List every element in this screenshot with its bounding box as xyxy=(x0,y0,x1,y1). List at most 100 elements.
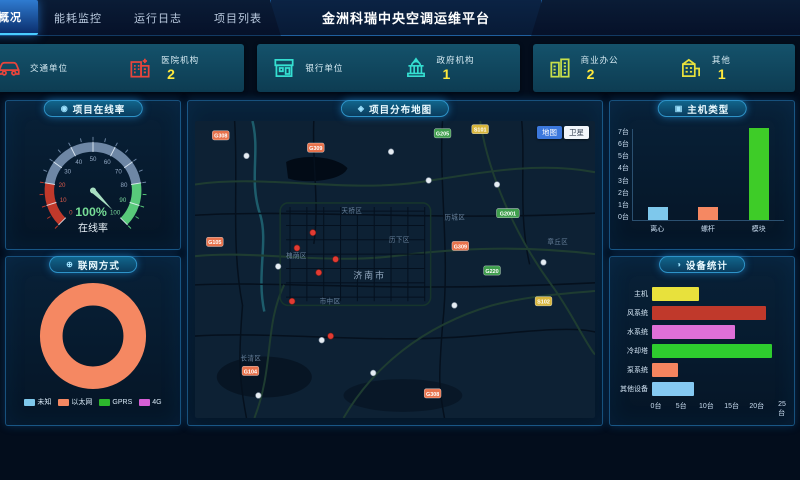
bar-track xyxy=(652,363,782,377)
nav-tab-2[interactable]: 能耗监控 xyxy=(38,0,118,35)
svg-text:20: 20 xyxy=(59,182,66,189)
panel-device-stats: ◑ 设备统计 主机风系统水系统冷却塔泵系统其他设备 0台5台10台15台20台2… xyxy=(609,256,795,426)
legend-label: GPRS xyxy=(112,399,132,406)
stat-card-1: 交通单位医院机构2 xyxy=(0,44,244,92)
stat-item: 其他1 xyxy=(664,54,795,82)
main-grid: ◉ 项目在线率 0102030405060708090100 100% 在线率 … xyxy=(5,100,795,426)
x-tick: 20台 xyxy=(749,401,764,411)
svg-text:G105: G105 xyxy=(208,240,221,246)
panel-network-title: 联网方式 xyxy=(78,258,120,272)
river-lines xyxy=(252,121,264,311)
donut-ring xyxy=(51,294,134,377)
app-title-box: 金洲科瑞中央空调运维平台 xyxy=(270,0,542,36)
road-shield: G308 xyxy=(212,131,229,140)
device-row: 主机 xyxy=(616,287,782,301)
nav-tab-1[interactable]: 概况 xyxy=(0,0,38,35)
x-tick: 螺杆 xyxy=(701,224,715,234)
map-type-control: 地图卫星 xyxy=(537,126,589,139)
terrain-patch xyxy=(217,357,312,398)
legend-swatch xyxy=(99,399,110,406)
stat-label: 银行单位 xyxy=(305,62,343,74)
svg-text:G308: G308 xyxy=(426,392,439,398)
svg-text:70: 70 xyxy=(115,169,122,176)
legend-item[interactable]: 4G xyxy=(139,399,161,406)
map-area-label: 历城区 xyxy=(445,213,466,221)
y-tick: 7台 xyxy=(618,129,629,136)
device-stats-chart: 主机风系统水系统冷却塔泵系统其他设备 0台5台10台15台20台25台 xyxy=(616,287,782,411)
svg-text:60: 60 xyxy=(104,159,111,166)
network-icon: ⊕ xyxy=(66,260,74,269)
svg-text:G104: G104 xyxy=(244,369,258,375)
gauge-icon: ◉ xyxy=(61,104,69,113)
y-tick: 2台 xyxy=(618,190,629,197)
host-type-chart: 7台6台5台4台3台2台1台0台 离心螺杆模块 xyxy=(610,129,794,234)
panel-online-rate-title: 项目在线率 xyxy=(73,102,126,116)
monitor-icon: ▣ xyxy=(675,104,684,113)
map-svg: 天桥区历城区槐荫区历下区济南市市中区长清区章丘区G308G309G205S101… xyxy=(195,121,595,418)
bar-2 xyxy=(652,306,766,320)
map-area-label: 章丘区 xyxy=(547,237,568,246)
stat-item: 商业办公2 xyxy=(533,54,664,82)
bar-1 xyxy=(652,287,699,301)
legend-swatch xyxy=(58,399,69,406)
nav-tab-3[interactable]: 运行日志 xyxy=(118,0,198,35)
road-shield: G309 xyxy=(307,143,324,152)
road-shield: G309 xyxy=(452,241,469,250)
project-marker[interactable] xyxy=(294,245,300,251)
panel-online-rate: ◉ 项目在线率 0102030405060708090100 100% 在线率 xyxy=(5,100,181,250)
stat-value: 2 xyxy=(161,66,199,82)
online-rate-gauge: 0102030405060708090100 100% 在线率 xyxy=(17,123,169,239)
host-type-xaxis: 离心螺杆模块 xyxy=(632,224,784,234)
legend-item[interactable]: 以太网 xyxy=(58,397,92,407)
map-pin-icon: ◈ xyxy=(358,104,365,113)
device-label: 冷却塔 xyxy=(616,348,652,355)
project-marker[interactable] xyxy=(328,333,334,339)
map-mode-satellite-button[interactable]: 卫星 xyxy=(564,126,589,139)
panel-host-type-title: 主机类型 xyxy=(687,102,729,116)
project-marker[interactable] xyxy=(289,298,295,304)
x-tick: 15台 xyxy=(724,401,739,411)
road-shield: G205 xyxy=(434,129,451,138)
stat-card-3: 商业办公2其他1 xyxy=(533,44,795,92)
project-marker[interactable] xyxy=(310,230,316,236)
svg-text:50: 50 xyxy=(90,156,97,163)
poi-marker xyxy=(426,178,432,184)
stat-value: 2 xyxy=(581,66,619,82)
panel-network: ⊕ 联网方式 未知 以太网 GPRS 4G xyxy=(5,256,181,426)
map-mode-map-button[interactable]: 地图 xyxy=(537,126,562,139)
poi-marker xyxy=(275,264,281,270)
nav-tab-4[interactable]: 项目列表 xyxy=(198,0,278,35)
svg-text:40: 40 xyxy=(75,159,82,166)
x-tick: 0台 xyxy=(651,401,662,411)
y-tick: 4台 xyxy=(618,165,629,172)
gauge-value: 100% xyxy=(75,205,107,219)
stat-card-2: 银行单位政府机构1 xyxy=(257,44,519,92)
svg-text:10: 10 xyxy=(60,197,67,204)
project-marker[interactable] xyxy=(316,270,322,276)
dashboard-root: 概况能耗监控运行日志项目列表视频监控 金洲科瑞中央空调运维平台 交通单位医院机构… xyxy=(0,0,800,426)
panel-host-type: ▣ 主机类型 7台6台5台4台3台2台1台0台 离心螺杆模块 xyxy=(609,100,795,250)
gauge-label: 在线率 xyxy=(78,221,108,234)
svg-text:G205: G205 xyxy=(436,132,449,138)
svg-text:80: 80 xyxy=(121,182,128,189)
poi-marker xyxy=(452,302,458,308)
map-canvas[interactable]: 天桥区历城区槐荫区历下区济南市市中区长清区章丘区G308G309G205S101… xyxy=(195,121,595,418)
poi-marker xyxy=(319,337,325,343)
bar-3 xyxy=(652,325,735,339)
host-type-yaxis: 7台6台5台4台3台2台1台0台 xyxy=(618,129,632,221)
legend-item[interactable]: 未知 xyxy=(24,397,51,407)
map-area-label: 历下区 xyxy=(389,236,410,244)
legend-item[interactable]: GPRS xyxy=(99,399,132,406)
top-nav: 概况能耗监控运行日志项目列表视频监控 金洲科瑞中央空调运维平台 xyxy=(0,0,800,36)
device-row: 冷却塔 xyxy=(616,344,782,358)
bar-2 xyxy=(698,207,718,220)
device-label: 泵系统 xyxy=(616,367,652,374)
device-label: 其他设备 xyxy=(616,386,652,393)
y-tick: 5台 xyxy=(618,153,629,160)
project-marker[interactable] xyxy=(333,256,339,262)
stat-item: 交通单位 xyxy=(0,55,113,81)
svg-text:G309: G309 xyxy=(309,146,322,152)
device-row: 泵系统 xyxy=(616,363,782,377)
legend-label: 以太网 xyxy=(71,397,92,407)
bar-track xyxy=(652,287,782,301)
